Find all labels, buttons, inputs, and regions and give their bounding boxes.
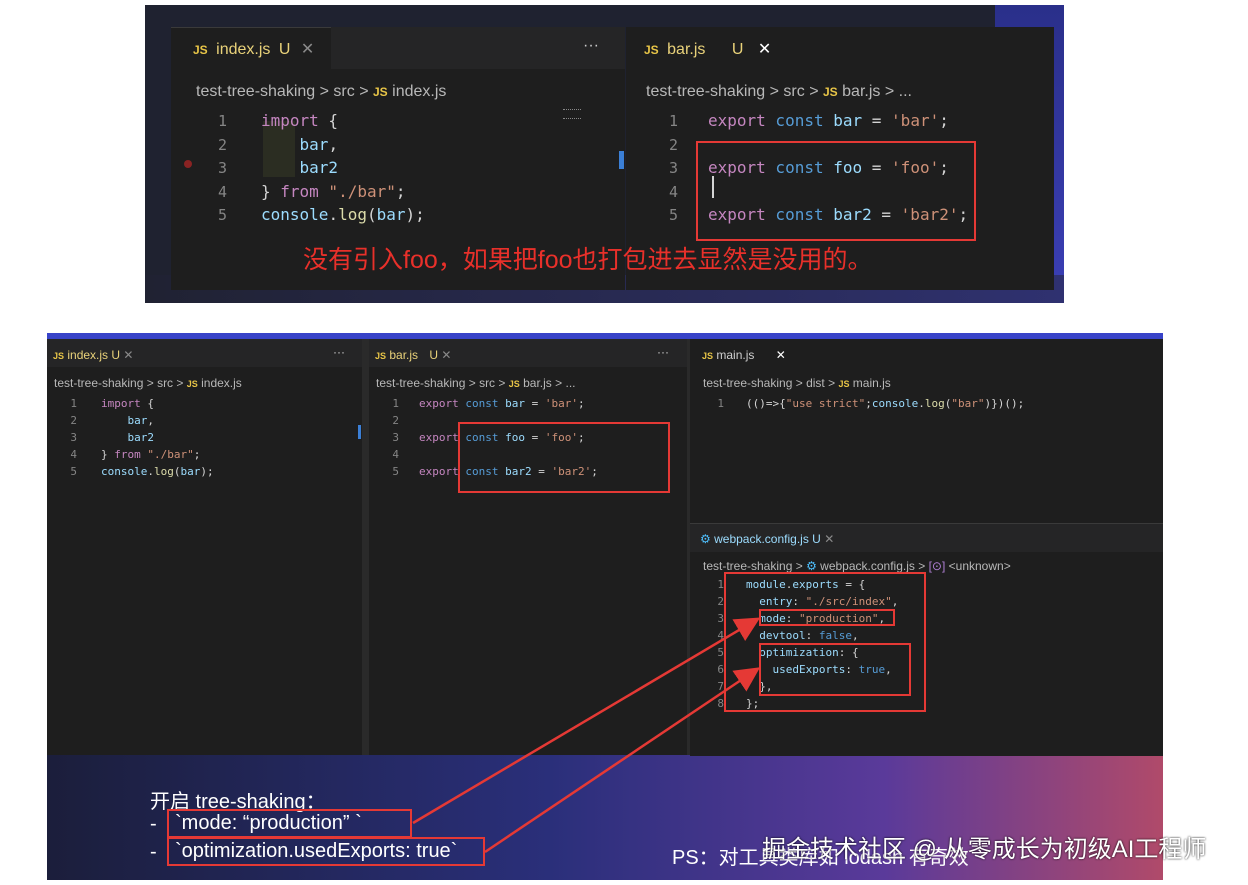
line-number: 2	[668, 135, 678, 154]
top-left-tabbar	[331, 27, 625, 69]
code-text: export const bar = 'bar';	[708, 111, 949, 130]
minimap	[563, 109, 581, 119]
scrollbar-indicator[interactable]	[619, 151, 624, 169]
highlight-box	[696, 141, 976, 241]
code-line[interactable]: 5 console.log(bar);	[171, 203, 425, 227]
code-text: bar2	[261, 158, 339, 177]
line-number: 4	[217, 182, 227, 201]
watermark: 掘金技术社区 @ 从零成长为初级AI工程师	[762, 836, 1207, 863]
tab-bar-js[interactable]: JS bar.js U ✕	[644, 39, 771, 59]
line-number: 3	[668, 159, 678, 177]
breadcrumb[interactable]: test-tree-shaking > src > JS bar.js > ..…	[646, 83, 912, 101]
code-line[interactable]: 3 bar2	[171, 156, 338, 180]
tab-status: U	[278, 41, 291, 58]
code-text: console.log(bar);	[261, 205, 425, 224]
arrow-mode	[412, 617, 761, 825]
caption: 没有引入foo，如果把foo也打包进去显然是没用的。	[303, 246, 873, 274]
close-icon[interactable]: ✕	[301, 41, 314, 58]
bottom-screenshot: JS index.js U ✕ ··· test-tree-shaking > …	[47, 333, 1163, 880]
code-text: bar,	[261, 134, 339, 154]
close-icon[interactable]: ✕	[758, 41, 771, 58]
js-file-icon: JS	[823, 85, 838, 99]
code-line[interactable]: 1 export const bar = 'bar';	[626, 109, 949, 133]
line-number: 5	[668, 206, 678, 224]
more-actions-icon[interactable]: ···	[583, 37, 599, 55]
breadcrumb[interactable]: test-tree-shaking > src > JS index.js	[196, 83, 446, 101]
code-text: } from "./bar";	[261, 181, 406, 201]
code-text: import {	[261, 111, 339, 130]
tab-label: index.js	[216, 41, 271, 58]
js-file-icon: JS	[644, 43, 659, 57]
annotation-arrows	[412, 617, 761, 854]
code-line[interactable]: 1 import {	[171, 109, 338, 133]
tab-label: bar.js	[667, 41, 706, 58]
line-number: 1	[217, 112, 227, 130]
tab-status: U	[731, 41, 744, 58]
top-screenshot: JS index.js U ✕ ··· test-tree-shaking > …	[145, 5, 1064, 303]
line-number: 3	[217, 159, 227, 177]
line-number: 4	[668, 182, 678, 201]
js-file-icon: JS	[373, 85, 388, 99]
line-number: 5	[217, 206, 227, 224]
tab-index-js[interactable]: JS index.js U ✕	[193, 39, 314, 59]
js-file-icon: JS	[193, 43, 208, 57]
line-number: 1	[668, 112, 678, 130]
line-number: 2	[217, 135, 227, 154]
code-line[interactable]: 2 bar,	[171, 133, 338, 157]
arrow-optimization	[484, 667, 761, 854]
code-line[interactable]: 4 } from "./bar";	[171, 180, 406, 204]
